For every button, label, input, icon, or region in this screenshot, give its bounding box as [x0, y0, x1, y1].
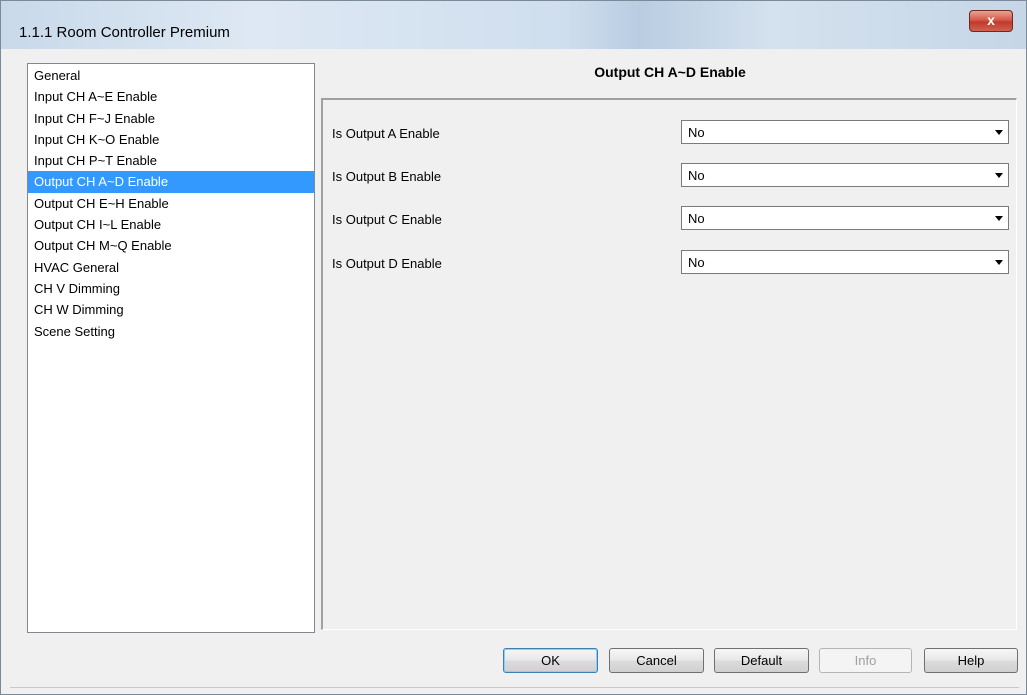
output-c-value: No — [688, 211, 705, 226]
sidebar-item-input-ch-a-e[interactable]: Input CH A~E Enable — [28, 86, 314, 107]
sidebar-item-input-ch-p-t[interactable]: Input CH P~T Enable — [28, 150, 314, 171]
chevron-down-icon — [995, 173, 1003, 178]
chevron-down-icon — [995, 216, 1003, 221]
dialog-window: 1.1.1 Room Controller Premium x General … — [0, 0, 1027, 695]
sidebar-item-output-ch-e-h[interactable]: Output CH E~H Enable — [28, 193, 314, 214]
output-a-select[interactable]: No — [681, 120, 1009, 144]
output-b-select[interactable]: No — [681, 163, 1009, 187]
chevron-down-icon — [995, 260, 1003, 265]
output-d-value: No — [688, 255, 705, 270]
sidebar-item-input-ch-k-o[interactable]: Input CH K~O Enable — [28, 129, 314, 150]
close-icon: x — [987, 12, 995, 28]
help-button[interactable]: Help — [924, 648, 1018, 673]
output-b-label: Is Output B Enable — [332, 169, 442, 184]
ok-button[interactable]: OK — [503, 648, 598, 673]
sidebar-item-ch-v-dimming[interactable]: CH V Dimming — [28, 278, 314, 299]
default-button[interactable]: Default — [714, 648, 809, 673]
sidebar-item-hvac-general[interactable]: HVAC General — [28, 257, 314, 278]
chevron-down-icon — [995, 130, 1003, 135]
category-list[interactable]: General Input CH A~E Enable Input CH F~J… — [27, 63, 315, 633]
output-c-select[interactable]: No — [681, 206, 1009, 230]
window-title: 1.1.1 Room Controller Premium — [19, 24, 230, 41]
sidebar-item-output-ch-m-q[interactable]: Output CH M~Q Enable — [28, 235, 314, 256]
sidebar-item-scene-setting[interactable]: Scene Setting — [28, 321, 314, 342]
output-d-label: Is Output D Enable — [332, 256, 442, 271]
close-button[interactable]: x — [969, 10, 1013, 32]
output-a-label: Is Output A Enable — [332, 126, 440, 141]
title-bar[interactable]: 1.1.1 Room Controller Premium x — [1, 1, 1026, 49]
output-d-select[interactable]: No — [681, 250, 1009, 274]
sidebar-item-ch-w-dimming[interactable]: CH W Dimming — [28, 299, 314, 320]
output-b-value: No — [688, 168, 705, 183]
sidebar-item-input-ch-f-j[interactable]: Input CH F~J Enable — [28, 108, 314, 129]
sidebar-item-output-ch-i-l[interactable]: Output CH I~L Enable — [28, 214, 314, 235]
sidebar-item-general[interactable]: General — [28, 65, 314, 86]
cancel-button[interactable]: Cancel — [609, 648, 704, 673]
sidebar-item-output-ch-a-d[interactable]: Output CH A~D Enable — [28, 171, 314, 193]
output-a-value: No — [688, 125, 705, 140]
info-button[interactable]: Info — [819, 648, 912, 673]
output-c-label: Is Output C Enable — [332, 212, 442, 227]
section-title: Output CH A~D Enable — [594, 64, 746, 80]
bottom-divider — [10, 687, 1019, 688]
